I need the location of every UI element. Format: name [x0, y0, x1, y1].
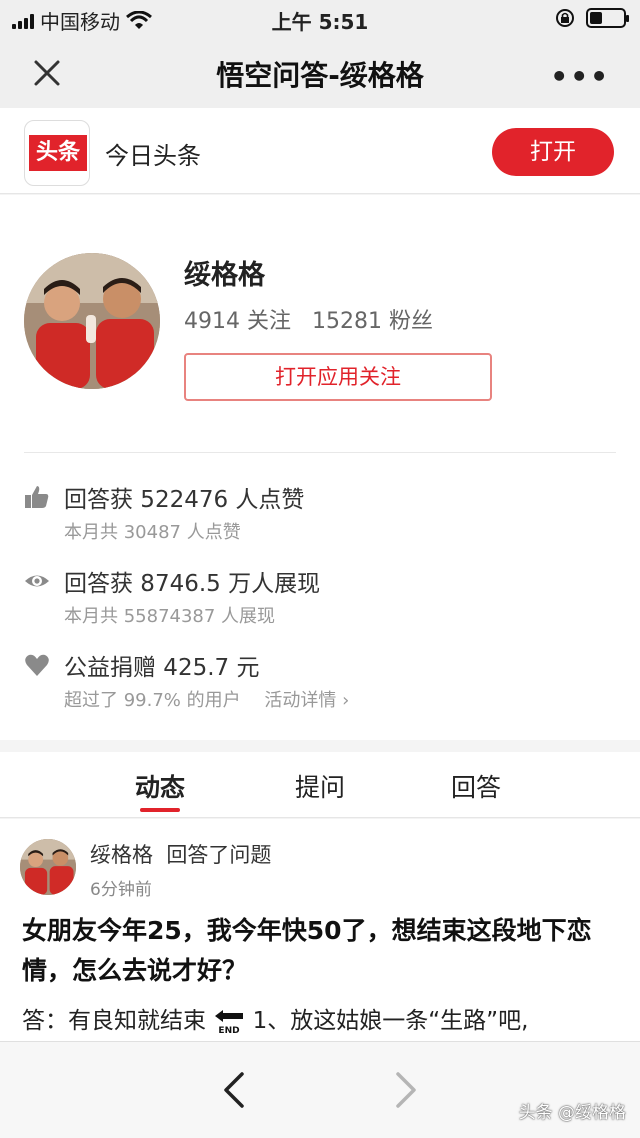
tab-questions[interactable]: 提问 — [270, 768, 370, 804]
orientation-lock-icon — [556, 9, 574, 27]
follow-in-app-button[interactable]: 打开应用关注 — [184, 353, 492, 401]
thumbs-up-icon — [25, 486, 49, 508]
heart-icon — [25, 654, 49, 676]
profile-card: 绥格格 4914 关注 15281 粉丝 打开应用关注 回答获 522476 人… — [0, 195, 640, 740]
stat-donation-sub: 超过了 99.7% 的用户 活动详情 › — [64, 686, 349, 712]
feed-avatar-photo — [20, 839, 76, 895]
tab-activity[interactable]: 动态 — [110, 768, 210, 804]
stat-likes-main: 回答获 522476 人点赞 — [64, 487, 305, 513]
feed-item[interactable]: 绥格格 回答了问题 6分钟前 女朋友今年25，我今年快50了，想结束这段地下恋情… — [0, 819, 640, 1041]
feed-timestamp: 6分钟前 — [90, 880, 152, 900]
profile-follow-stats: 4914 关注 15281 粉丝 — [184, 309, 433, 334]
donation-percent-text: 超过了 99.7% 的用户 — [64, 690, 241, 711]
app-name: 今日头条 — [105, 142, 201, 170]
divider — [24, 452, 616, 453]
tab-answers[interactable]: 回答 — [426, 768, 526, 804]
nav-bar: 悟空问答-绥格格 ••• — [0, 36, 640, 108]
status-bar: 中国移动 上午 5:51 — [0, 0, 640, 36]
watermark: 头条 @绥格格 — [518, 1103, 626, 1123]
answer-preview[interactable]: 答：有良知就结束 END 1、放这姑娘一条“生路”吧, — [22, 1001, 632, 1035]
tab-active-indicator — [140, 808, 180, 812]
eye-icon — [25, 575, 49, 587]
battery-icon — [586, 8, 629, 28]
question-title[interactable]: 女朋友今年25，我今年快50了，想结束这段地下恋情，怎么去说才好？ — [22, 911, 622, 991]
answer-suffix: 1、放这姑娘一条“生路”吧, — [252, 1008, 529, 1034]
app-logo-text: 头条 — [29, 135, 87, 171]
profile-name: 绥格格 — [184, 260, 265, 291]
end-arrow-icon: END — [215, 1009, 244, 1035]
app-logo: 头条 — [24, 120, 90, 186]
answer-prefix: 答：有良知就结束 — [22, 1008, 206, 1034]
stat-likes-sub: 本月共 30487 人点赞 — [64, 522, 241, 543]
app-download-banner: 头条 今日头条 打开 — [0, 108, 640, 194]
back-arrow-icon[interactable] — [220, 1070, 248, 1110]
stat-donation-main: 公益捐赠 425.7 元 — [64, 655, 260, 681]
more-menu-icon[interactable]: ••• — [550, 60, 610, 93]
page-title: 悟空问答-绥格格 — [216, 59, 424, 92]
forward-arrow-icon[interactable] — [392, 1070, 420, 1110]
avatar-photo — [24, 253, 160, 389]
feed-avatar[interactable] — [20, 839, 76, 895]
tab-bar: 动态 提问 回答 — [0, 752, 640, 818]
browser-toolbar: 头条 @绥格格 — [0, 1041, 640, 1138]
svg-text:END: END — [219, 1026, 240, 1035]
activity-details-link[interactable]: 活动详情 › — [264, 690, 349, 711]
open-app-button[interactable]: 打开 — [492, 128, 614, 176]
status-right — [554, 7, 629, 29]
avatar[interactable] — [24, 253, 160, 389]
stat-views-main: 回答获 8746.5 万人展现 — [64, 571, 321, 597]
feed-user-action: 绥格格 回答了问题 — [90, 843, 272, 867]
status-time: 上午 5:51 — [271, 10, 369, 34]
stat-views-sub: 本月共 55874387 人展现 — [64, 606, 276, 627]
